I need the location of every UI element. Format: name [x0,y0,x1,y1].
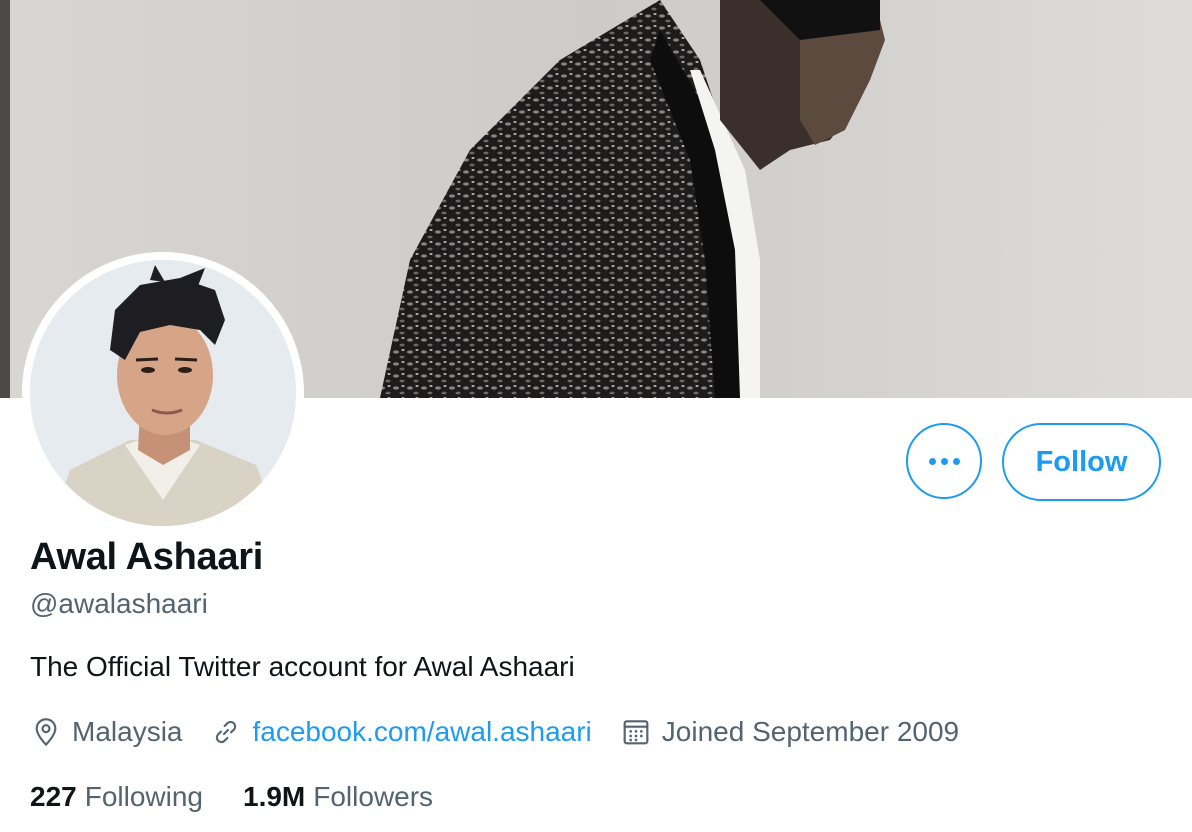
profile-stats: 227 Following 1.9M Followers [30,777,473,817]
calendar-icon [623,720,649,745]
profile-website: facebook.com/awal.ashaari [210,716,592,748]
joined-text: Joined September 2009 [661,716,960,747]
website-link[interactable]: facebook.com/awal.ashaari [252,716,591,748]
more-horizontal-icon [928,457,936,465]
followers-label: Followers [313,781,434,812]
location-pin-icon [35,718,57,747]
following-link[interactable]: 227 Following [30,781,203,813]
more-options-button[interactable] [906,423,982,499]
profile-page: Follow Awal Ashaari @awalashaari The Off… [0,0,1192,832]
more-horizontal-icon-dot [940,457,948,465]
profile-joined: Joined September 2009 [620,716,959,748]
link-icon [216,720,237,744]
profile-handle: @awalashaari [30,588,208,619]
profile-avatar[interactable] [22,252,304,534]
profile-meta: Malaysia facebook.com/awal.ashaari Joine… [30,712,987,752]
profile-name: Awal Ashaari [30,536,263,578]
location-text: Malaysia [72,716,183,747]
profile-bio: The Official Twitter account for Awal As… [30,651,575,682]
followers-count: 1.9M [243,781,306,812]
following-label: Following [84,781,203,812]
profile-location: Malaysia [30,716,182,748]
followers-link[interactable]: 1.9M Followers [243,781,433,813]
follow-button[interactable]: Follow [1002,423,1161,501]
following-count: 227 [30,781,77,812]
more-horizontal-icon-dot [952,457,960,465]
